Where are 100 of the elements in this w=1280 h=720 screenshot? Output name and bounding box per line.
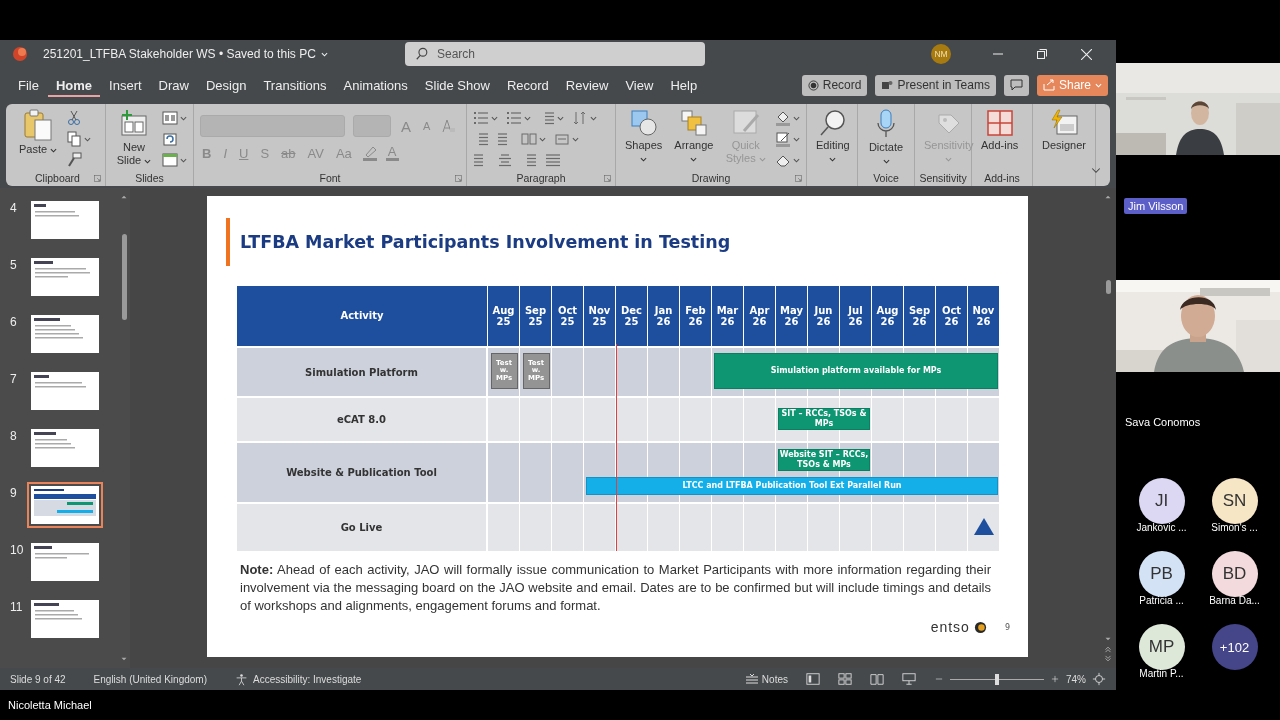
slide-number: 6 <box>9 315 18 329</box>
caret-icon <box>320 51 328 57</box>
ribbon-tab[interactable]: Home <box>47 73 101 97</box>
document-title[interactable]: 251201_LTFBA Stakeholder WS • Saved to this PC <box>43 47 316 61</box>
ribbon-tab[interactable]: Transitions <box>255 73 335 97</box>
record-button[interactable]: Record <box>801 74 868 96</box>
ribbon-tab[interactable]: File <box>10 73 47 97</box>
zoom-in-icon[interactable] <box>1050 674 1060 684</box>
layout-icon[interactable] <box>162 110 178 126</box>
slide-thumbnail[interactable] <box>31 372 99 410</box>
accessibility-icon[interactable] <box>235 672 248 686</box>
paste-button[interactable]: Paste <box>16 107 61 159</box>
participant-avatar[interactable]: JI <box>1138 478 1185 524</box>
slide-title: LTFBA Market Participants Involvement in Testing <box>240 232 731 252</box>
ribbon-tab[interactable]: Design <box>197 73 255 97</box>
language-indicator[interactable]: English (United Kingdom) <box>93 673 207 685</box>
editing-button[interactable]: Editing <box>813 107 853 168</box>
table-cell <box>648 396 680 441</box>
fit-to-window-icon[interactable] <box>1092 672 1106 686</box>
highlighter-icon[interactable] <box>361 145 378 161</box>
slide-thumbnail[interactable] <box>31 201 99 239</box>
slide-thumbnail[interactable] <box>31 258 99 296</box>
justify-icon[interactable] <box>545 152 561 168</box>
addins-button[interactable]: Add-ins <box>978 107 1022 155</box>
more-participants-button[interactable]: +102 <box>1211 624 1258 670</box>
shapes-button[interactable]: Shapes <box>622 107 666 168</box>
new-slide-icon <box>119 109 149 139</box>
normal-view-icon[interactable] <box>806 672 820 686</box>
scissors-icon[interactable] <box>66 110 83 126</box>
fill-icon[interactable] <box>775 110 791 126</box>
caret-icon <box>829 157 837 163</box>
arrange-button[interactable]: Arrange <box>671 107 717 168</box>
text-direction-icon[interactable] <box>572 110 588 126</box>
comments-button[interactable] <box>1003 74 1029 96</box>
shapes-icon <box>629 109 658 137</box>
group-label: Slides <box>135 172 164 184</box>
table-cell <box>552 346 584 396</box>
designer-button[interactable]: Designer <box>1039 107 1090 155</box>
dialog-launcher-icon[interactable] <box>454 173 463 183</box>
present-in-teams-button[interactable]: Present in Teams <box>875 74 996 96</box>
ribbon-tab[interactable]: View <box>617 73 662 97</box>
reading-view-icon[interactable] <box>870 672 884 686</box>
table-cell <box>648 502 680 551</box>
section-icon[interactable] <box>162 152 178 168</box>
slide-number: 8 <box>9 429 18 443</box>
slide-thumbnail[interactable] <box>31 543 99 581</box>
columns-icon[interactable] <box>521 131 537 147</box>
slide-sorter-icon[interactable] <box>838 672 852 686</box>
align-center-icon[interactable] <box>497 152 513 168</box>
search-field[interactable]: Search <box>405 42 705 66</box>
zoom-level[interactable]: 74% <box>1066 673 1086 685</box>
month-header: Jun 26 <box>808 286 840 346</box>
bullets-icon[interactable] <box>473 110 489 126</box>
previous-slide-icon[interactable] <box>1103 644 1113 654</box>
scrollbar-thumb[interactable] <box>1105 280 1111 294</box>
ribbon-tab[interactable]: Slide Show <box>416 73 498 97</box>
next-slide-icon[interactable] <box>1103 654 1113 664</box>
dialog-launcher-icon[interactable] <box>603 173 612 183</box>
participant-avatar[interactable]: MP <box>1138 624 1185 670</box>
align-text-icon[interactable] <box>554 131 570 147</box>
participant-avatar[interactable]: BD <box>1211 551 1258 597</box>
format-painter-icon[interactable] <box>66 152 83 168</box>
table-cell <box>744 396 776 441</box>
table-cell <box>936 396 968 441</box>
table-cell <box>872 502 904 551</box>
reset-icon[interactable] <box>162 131 178 147</box>
ribbon-tab[interactable]: Record <box>498 73 557 97</box>
ribbon-tab[interactable]: Review <box>557 73 617 97</box>
zoom-thumb[interactable] <box>995 673 999 685</box>
slide-show-icon[interactable] <box>902 672 916 686</box>
slide-thumbnail[interactable] <box>31 315 99 353</box>
numbering-icon[interactable] <box>506 110 522 126</box>
clear-formatting-icon[interactable] <box>440 118 457 134</box>
slide-thumbnail[interactable] <box>31 429 99 467</box>
clipboard-icon <box>23 109 54 141</box>
scrollbar-thumb[interactable] <box>121 234 127 320</box>
accessibility-status[interactable]: Accessibility: Investigate <box>253 673 362 685</box>
participant-avatar[interactable]: SN <box>1211 478 1258 524</box>
ribbon-tab[interactable]: Draw <box>150 73 197 97</box>
ribbon-tab[interactable]: Help <box>662 73 706 97</box>
table-cell <box>552 502 584 551</box>
caret-icon <box>144 159 152 165</box>
dictate-button[interactable]: Dictate <box>864 107 908 170</box>
dialog-launcher-icon[interactable] <box>93 173 102 183</box>
ribbon-tab[interactable]: Animations <box>335 73 416 97</box>
outline-icon[interactable] <box>775 131 791 147</box>
participant-avatar[interactable]: PB <box>1138 551 1185 597</box>
new-slide-button[interactable]: New Slide <box>112 107 156 170</box>
dialog-launcher-icon[interactable] <box>794 173 803 183</box>
restore-icon[interactable] <box>1037 49 1047 59</box>
ribbon-tab[interactable]: Insert <box>101 73 150 97</box>
close-icon[interactable] <box>1081 48 1092 60</box>
font-size-field[interactable] <box>353 115 391 137</box>
slide-thumbnail[interactable] <box>31 600 99 638</box>
month-header: Nov 25 <box>584 286 616 346</box>
slide-number: 10 <box>9 543 25 557</box>
table-cell <box>584 396 616 441</box>
app-icon[interactable] <box>12 46 28 62</box>
copy-icon[interactable] <box>66 131 83 147</box>
notes-button[interactable]: Notes <box>744 673 788 685</box>
